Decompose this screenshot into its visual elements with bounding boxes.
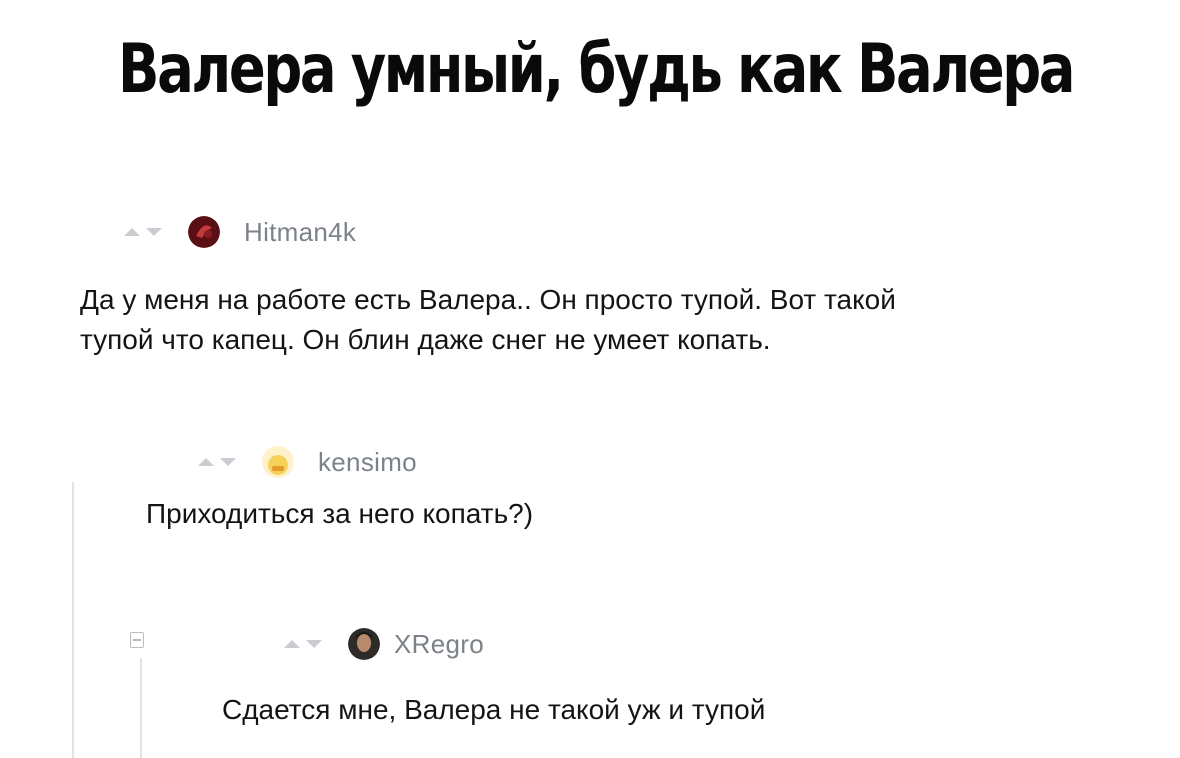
dark-red-avatar-icon[interactable] — [188, 216, 220, 248]
vote-controls — [198, 458, 236, 466]
comment-text: Сдается мне, Валера не такой уж и тупой — [222, 690, 765, 730]
comment-text: Да у меня на работе есть Валера.. Он про… — [80, 280, 896, 360]
username[interactable]: XRegro — [394, 629, 484, 660]
collapse-thread-button[interactable] — [130, 632, 144, 648]
comment-text: Приходиться за него копать?) — [146, 494, 533, 534]
comment-header-xregro: XRegro — [284, 628, 484, 660]
page-title: Валера умный, будь как Валера — [118, 30, 1076, 109]
username[interactable]: Hitman4k — [244, 217, 356, 248]
thread-line — [140, 658, 142, 758]
comment-header-kensimo: kensimo — [198, 446, 417, 478]
comment-header-hitman4k: Hitman4k — [124, 216, 356, 248]
comment-text-line: Сдается мне, Валера не такой уж и тупой — [222, 694, 766, 725]
yellow-cat-avatar-icon[interactable] — [262, 446, 294, 478]
vote-controls — [124, 228, 162, 236]
downvote-icon[interactable] — [220, 458, 236, 466]
upvote-icon[interactable] — [284, 640, 300, 648]
person-avatar-icon[interactable] — [348, 628, 380, 660]
downvote-icon[interactable] — [146, 228, 162, 236]
thread-line — [72, 482, 74, 758]
comment-text-line: тупой что капец. Он блин даже снег не ум… — [80, 324, 771, 355]
comment-text-line: Да у меня на работе есть Валера.. Он про… — [80, 284, 896, 315]
downvote-icon[interactable] — [306, 640, 322, 648]
username[interactable]: kensimo — [318, 447, 417, 478]
upvote-icon[interactable] — [124, 228, 140, 236]
comment-text-line: Приходиться за него копать?) — [146, 498, 534, 529]
upvote-icon[interactable] — [198, 458, 214, 466]
vote-controls — [284, 640, 322, 648]
